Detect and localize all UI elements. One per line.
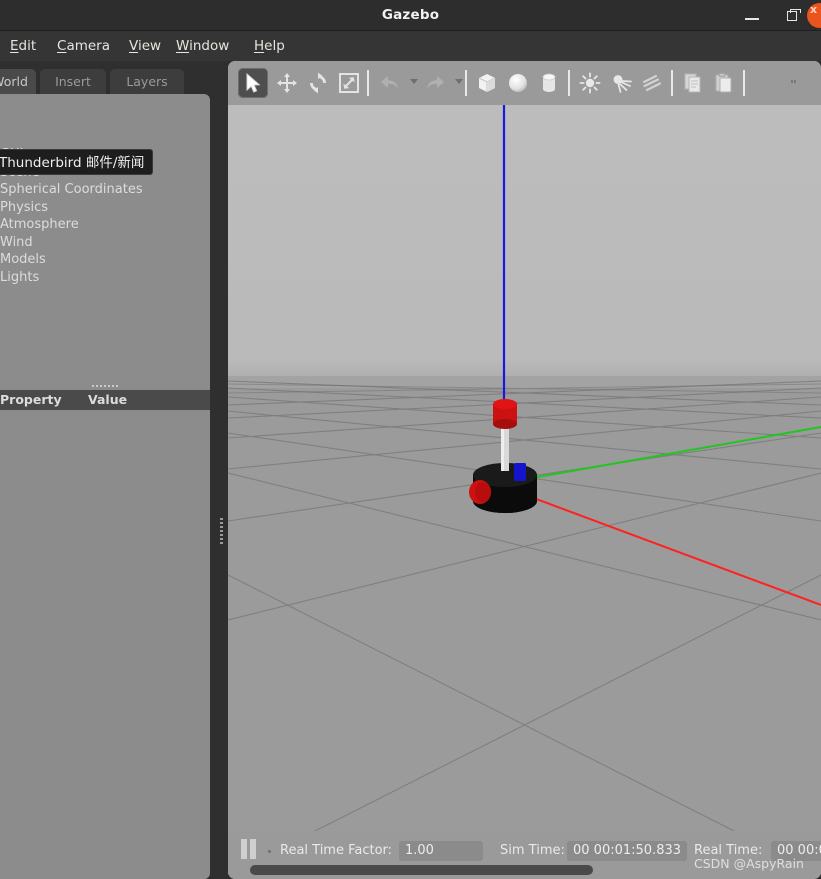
close-icon: x	[810, 3, 818, 16]
robot-model[interactable]	[228, 105, 821, 875]
box-icon	[478, 74, 496, 92]
toolbar-overflow-icon[interactable]	[791, 80, 797, 83]
pause-icon	[241, 839, 247, 859]
step-button[interactable]	[268, 850, 271, 853]
tree-item-wind[interactable]: Wind	[0, 234, 210, 252]
tab-insert[interactable]: Insert	[40, 69, 106, 95]
window-title: Gazebo	[381, 7, 440, 23]
toolbar-separator	[743, 70, 745, 96]
menu-bar: Edit Camera View Window Help	[0, 31, 821, 61]
insert-cylinder-button[interactable]	[534, 68, 564, 98]
restore-icon	[787, 8, 801, 21]
pause-button[interactable]	[236, 836, 262, 862]
minimize-icon	[745, 18, 759, 20]
toolbar-separator	[367, 70, 369, 96]
insert-sphere-button[interactable]	[503, 68, 533, 98]
world-panel-body: GUI Scene Spherical Coordinates Physics …	[0, 94, 210, 879]
undo-dropdown-caret-icon[interactable]	[410, 79, 418, 84]
maximize-button[interactable]	[775, 0, 809, 31]
copy-icon	[684, 73, 701, 93]
minimize-button[interactable]	[735, 0, 769, 31]
menu-edit[interactable]: Edit	[10, 31, 36, 61]
render-pane: Real Time Factor: 1.00 Sim Time: 00 00:0…	[228, 61, 821, 879]
scrollbar-thumb[interactable]	[250, 865, 593, 875]
scale-icon	[339, 73, 359, 93]
dock-vertical-splitter[interactable]	[215, 61, 228, 879]
copy-button[interactable]	[678, 68, 708, 98]
column-header-value: Value	[88, 392, 128, 407]
column-header-property: Property	[0, 392, 62, 407]
real-time-factor-value: 1.00	[399, 841, 483, 861]
status-bar: Real Time Factor: 1.00 Sim Time: 00 00:0…	[228, 831, 821, 879]
move-cross-icon	[277, 73, 297, 93]
rotate-mode-button[interactable]	[303, 68, 333, 98]
scale-mode-button[interactable]	[334, 68, 364, 98]
directional-light-button[interactable]	[637, 68, 667, 98]
redo-arrow-icon	[427, 76, 444, 89]
menu-window[interactable]: Window	[176, 31, 229, 61]
splitter-grip-icon	[220, 518, 223, 544]
redo-dropdown-caret-icon[interactable]	[455, 79, 463, 84]
3d-viewport[interactable]	[228, 105, 821, 875]
horizontal-scrollbar[interactable]	[228, 861, 821, 879]
tab-layers[interactable]: Layers	[110, 69, 184, 95]
tree-item-lights[interactable]: Lights	[0, 269, 210, 287]
left-dock-panel: World Insert Layers GUI Scene Spherical …	[0, 61, 218, 879]
undo-button[interactable]	[375, 68, 405, 98]
point-light-button[interactable]	[575, 68, 605, 98]
sphere-icon	[509, 74, 527, 92]
point-light-icon	[579, 72, 601, 94]
tree-item-atmosphere[interactable]: Atmosphere	[0, 216, 210, 234]
insert-box-button[interactable]	[472, 68, 502, 98]
rotate-icon	[310, 72, 326, 94]
paste-button[interactable]	[709, 68, 739, 98]
undo-arrow-icon	[381, 76, 398, 89]
property-table-body[interactable]	[0, 410, 210, 879]
menu-camera[interactable]: Camera	[57, 31, 110, 61]
panel-horizontal-splitter[interactable]	[0, 382, 210, 390]
tree-item-physics[interactable]: Physics	[0, 199, 210, 217]
menu-help[interactable]: Help	[254, 31, 285, 61]
tree-item-spherical-coordinates[interactable]: Spherical Coordinates	[0, 181, 210, 199]
sim-time-label: Sim Time:	[500, 843, 565, 858]
toolbar-separator	[465, 70, 467, 96]
real-time-factor-label: Real Time Factor:	[280, 843, 393, 858]
spot-light-icon	[613, 75, 632, 93]
property-table-header: Property Value	[0, 390, 210, 410]
splitter-grip-icon	[92, 385, 118, 387]
redo-button[interactable]	[420, 68, 450, 98]
menu-view[interactable]: View	[129, 31, 161, 61]
gazebo-window: Gazebo x Edit Camera View Window Help Wo…	[0, 0, 821, 879]
sim-time-value: 00 00:01:50.833	[567, 841, 688, 861]
title-bar: Gazebo x	[0, 0, 821, 31]
toolbar-separator	[568, 70, 570, 96]
directional-light-icon	[642, 74, 662, 92]
paste-icon	[715, 73, 732, 93]
tree-item-models[interactable]: Models	[0, 251, 210, 269]
cursor-arrow-icon	[246, 72, 261, 93]
translate-mode-button[interactable]	[272, 68, 302, 98]
select-mode-button[interactable]	[238, 68, 268, 98]
toolbar-separator	[671, 70, 673, 96]
cylinder-icon	[542, 73, 556, 92]
tab-world[interactable]: World	[0, 69, 36, 95]
spot-light-button[interactable]	[606, 68, 636, 98]
panel-tabstrip: World Insert Layers	[0, 69, 218, 95]
render-toolbar	[228, 61, 821, 105]
launcher-tooltip: Thunderbird 邮件/新闻	[0, 149, 154, 175]
